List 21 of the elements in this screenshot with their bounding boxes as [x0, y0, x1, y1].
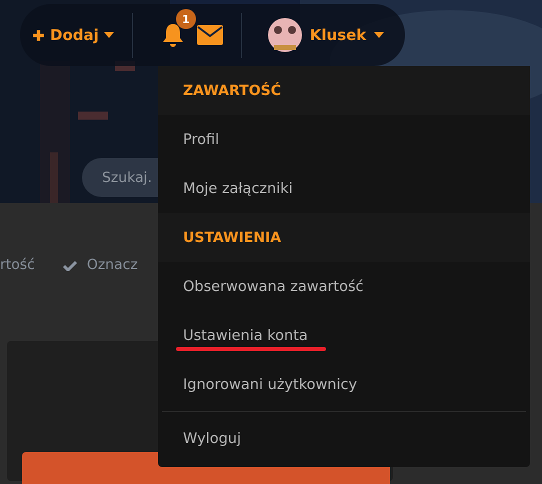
avatar-icon	[268, 18, 302, 52]
section-heading: USTAWIENIA	[158, 213, 530, 262]
caret-icon	[374, 32, 384, 38]
menu-item[interactable]: Moje załączniki	[183, 180, 293, 196]
envelope-icon[interactable]	[196, 25, 223, 45]
search-field[interactable]: Szukaj.	[82, 158, 158, 197]
menu-item[interactable]: Ustawienia konta	[183, 328, 308, 344]
menu-item[interactable]: Ignorowani użytkownicy	[183, 376, 358, 392]
toolbar-link[interactable]: Oznacz	[86, 257, 138, 273]
bell-icon[interactable]	[160, 22, 185, 48]
menu-item[interactable]: Wyloguj	[183, 430, 241, 446]
add-button[interactable]: Dodaj	[32, 26, 114, 44]
section-heading: ZAWARTOŚĆ	[158, 66, 530, 115]
caret-icon	[104, 32, 114, 38]
notification-badge: 1	[176, 9, 196, 29]
plus-icon	[32, 28, 45, 42]
user-menu-button[interactable]: Klusek	[268, 18, 384, 52]
menu-item[interactable]: Obserwowana zawartość	[183, 278, 364, 294]
check-icon	[62, 260, 77, 270]
menu-item[interactable]: Profil	[183, 132, 220, 148]
toolbar-link[interactable]: rtość	[0, 257, 35, 273]
